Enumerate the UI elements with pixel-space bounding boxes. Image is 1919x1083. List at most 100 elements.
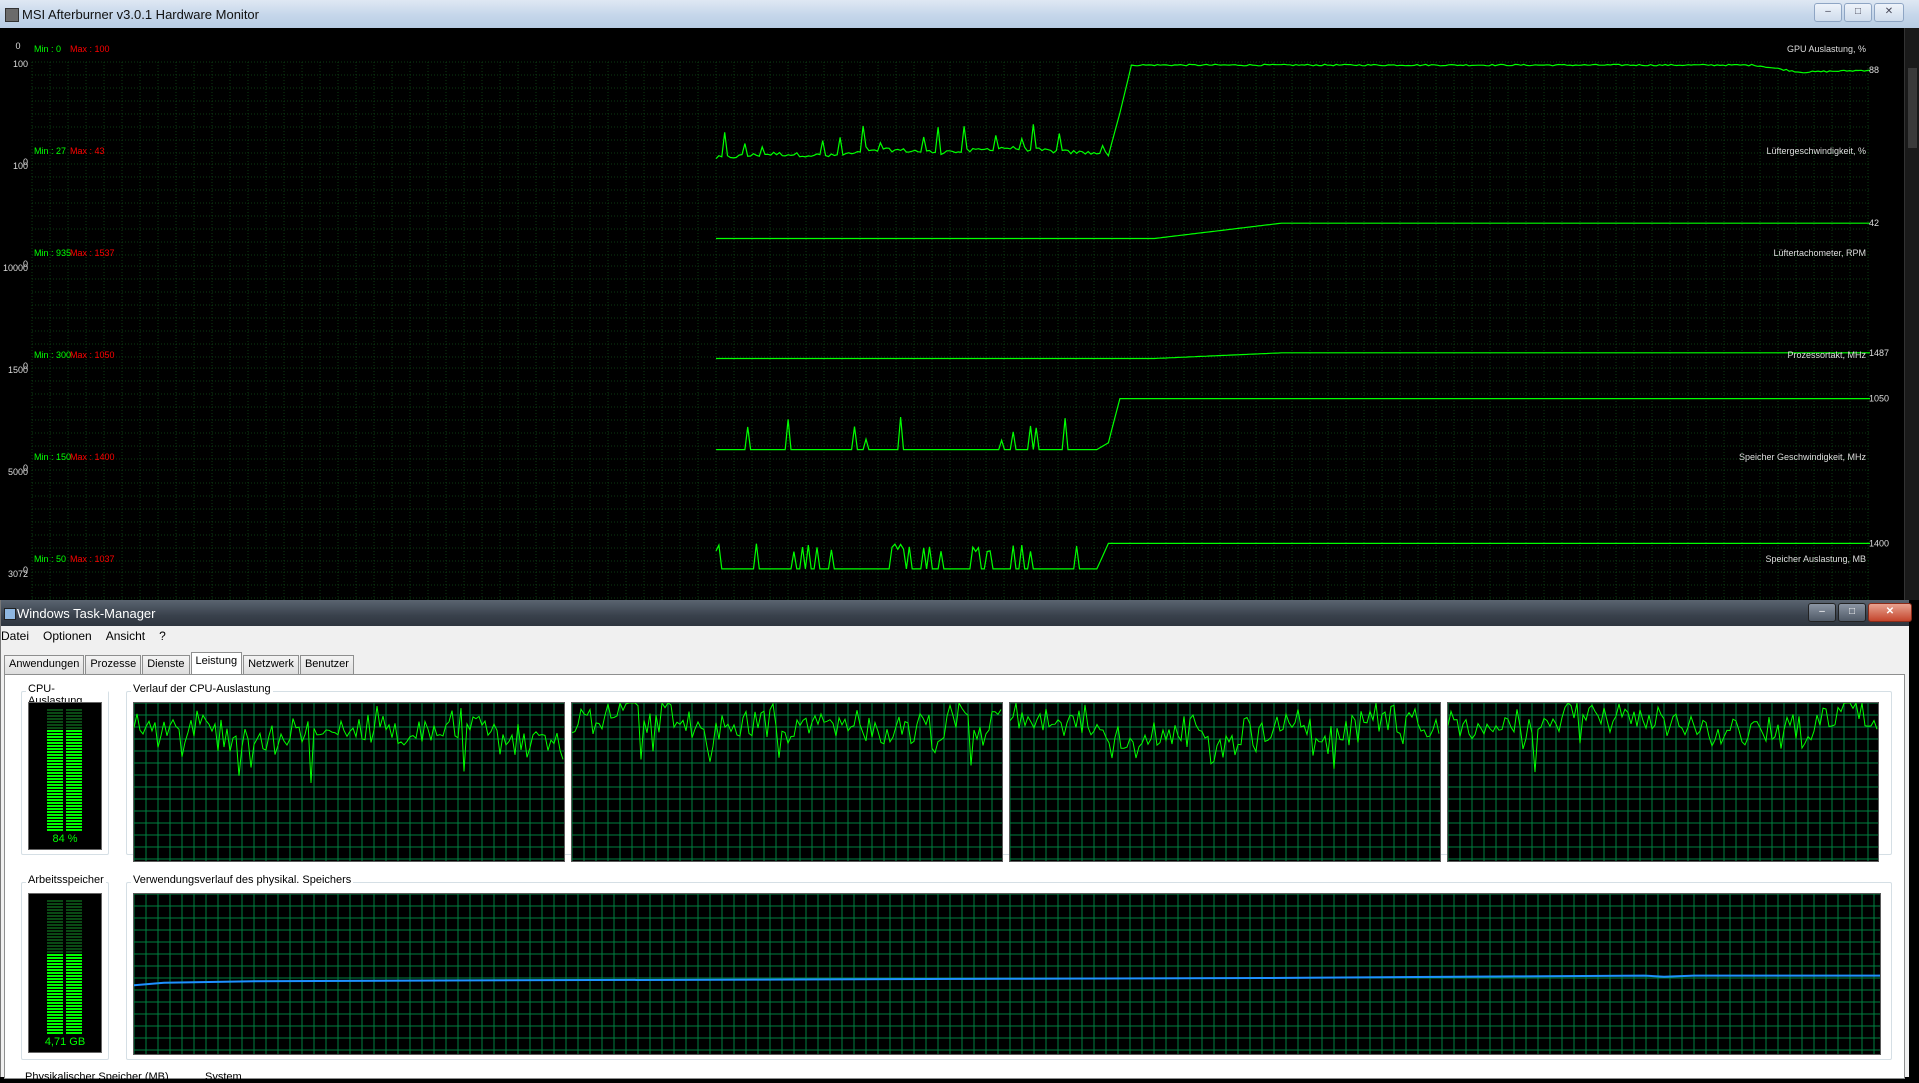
- meter-segment: [66, 778, 82, 780]
- minimize-icon[interactable]: –: [1814, 3, 1842, 22]
- menu-datei[interactable]: Datei: [1, 626, 29, 646]
- meter-segment: [66, 1002, 82, 1004]
- meter-segment: [47, 930, 63, 932]
- meter-segment: [66, 930, 82, 932]
- meter-segment: [66, 811, 82, 813]
- meter-segment: [47, 814, 63, 816]
- meter-segment: [66, 745, 82, 747]
- meter-segment: [66, 775, 82, 777]
- meter-segment: [47, 1032, 63, 1034]
- tab-leistung[interactable]: Leistung: [190, 652, 243, 674]
- panel-max-label: Max : 100: [70, 44, 110, 54]
- meter-segment: [66, 739, 82, 741]
- meter-segment: [66, 951, 82, 953]
- cpu-history-group: Verlauf der CPU-Auslastung: [126, 683, 1892, 862]
- meter-segment: [66, 748, 82, 750]
- memory-history-graph: [133, 893, 1881, 1055]
- meter-segment: [47, 948, 63, 950]
- meter-segment: [47, 775, 63, 777]
- tab-dienste[interactable]: Dienste: [142, 655, 190, 674]
- meter-segment: [47, 1005, 63, 1007]
- afterburner-titlebar[interactable]: MSI Afterburner v3.0.1 Hardware Monitor …: [0, 0, 1919, 29]
- meter-segment: [66, 796, 82, 798]
- cpu-core-4-svg: [1447, 701, 1878, 861]
- monitor-scrollbar[interactable]: [1904, 28, 1919, 600]
- meter-segment: [47, 712, 63, 714]
- menu-help[interactable]: ?: [159, 626, 166, 646]
- meter-segment: [66, 721, 82, 723]
- meter-segment: [66, 975, 82, 977]
- close-icon[interactable]: ✕: [1874, 3, 1904, 22]
- taskmanager-title: Windows Task-Manager: [17, 606, 156, 621]
- close-icon[interactable]: ✕: [1868, 603, 1912, 622]
- hardware-monitor-graph: 0 Min : 0 Max : 100 GPU Auslastung, %100088…: [0, 28, 1904, 600]
- meter-segment: [47, 802, 63, 804]
- menu-ansicht[interactable]: Ansicht: [106, 626, 145, 646]
- meter-segment: [66, 903, 82, 905]
- panel-series-name: GPU Auslastung, %: [1787, 44, 1866, 54]
- meter-segment: [66, 1023, 82, 1025]
- meter-segment: [47, 796, 63, 798]
- meter-segment: [47, 912, 63, 914]
- meter-segment: [66, 799, 82, 801]
- meter-segment: [47, 999, 63, 1001]
- meter-segment: [47, 754, 63, 756]
- minimize-icon[interactable]: –: [1808, 603, 1836, 622]
- meter-segment: [47, 945, 63, 947]
- meter-segment: [66, 823, 82, 825]
- tab-netzwerk[interactable]: Netzwerk: [243, 655, 299, 674]
- meter-segment: [47, 951, 63, 953]
- meter-segment: [47, 927, 63, 929]
- panel-y-top-label: 100: [13, 59, 28, 69]
- meter-segment: [66, 999, 82, 1001]
- taskmanager-titlebar[interactable]: Windows Task-Manager – □ ✕: [1, 600, 1912, 626]
- meter-segment: [66, 957, 82, 959]
- meter-segment: [47, 960, 63, 962]
- meter-segment: [47, 921, 63, 923]
- cpu-usage-meter: 84 %: [28, 702, 102, 850]
- meter-segment: [47, 748, 63, 750]
- meter-segment: [66, 993, 82, 995]
- maximize-icon[interactable]: □: [1838, 603, 1866, 622]
- panel-y-top-label: 5000: [8, 467, 28, 477]
- memory-group: Arbeitsspeicher 4,71 GB: [21, 874, 109, 1060]
- meter-segment: [66, 1020, 82, 1022]
- tab-benutzer[interactable]: Benutzer: [299, 655, 354, 674]
- meter-segment: [66, 718, 82, 720]
- cpu-core-1-svg: [133, 702, 564, 861]
- meter-segment: [66, 984, 82, 986]
- meter-segment: [66, 769, 82, 771]
- meter-segment: [47, 757, 63, 759]
- meter-segment: [47, 760, 63, 762]
- meter-segment: [47, 966, 63, 968]
- panel-current-value: 1050: [1869, 394, 1889, 404]
- meter-segment: [47, 733, 63, 735]
- meter-segment: [66, 784, 82, 786]
- meter-segment: [66, 918, 82, 920]
- panel-y-top-label: 100: [13, 161, 28, 171]
- meter-segment: [66, 724, 82, 726]
- tab-anwendungen[interactable]: Anwendungen: [4, 655, 85, 674]
- menu-optionen[interactable]: Optionen: [43, 626, 92, 646]
- meter-segment: [66, 906, 82, 908]
- meter-segment: [66, 1026, 82, 1028]
- meter-segment: [66, 939, 82, 941]
- meter-segment: [47, 1014, 63, 1016]
- meter-segment: [66, 736, 82, 738]
- panel-current-value: 1487: [1869, 348, 1889, 358]
- meter-segment: [47, 984, 63, 986]
- taskmanager-window-controls: – □ ✕: [1806, 603, 1912, 622]
- maximize-icon[interactable]: □: [1844, 3, 1872, 22]
- meter-segment: [66, 829, 82, 831]
- panel-max-label: Max : 1050: [70, 350, 115, 360]
- monitor-scrollbar-thumb[interactable]: [1908, 68, 1917, 148]
- meter-segment: [66, 757, 82, 759]
- meter-segment: [66, 793, 82, 795]
- meter-segment: [47, 817, 63, 819]
- meter-segment: [66, 924, 82, 926]
- tab-prozesse[interactable]: Prozesse: [85, 655, 142, 674]
- meter-segment: [47, 727, 63, 729]
- meter-segment: [66, 1005, 82, 1007]
- panel-current-value: 42: [1869, 218, 1879, 228]
- meter-segment: [66, 909, 82, 911]
